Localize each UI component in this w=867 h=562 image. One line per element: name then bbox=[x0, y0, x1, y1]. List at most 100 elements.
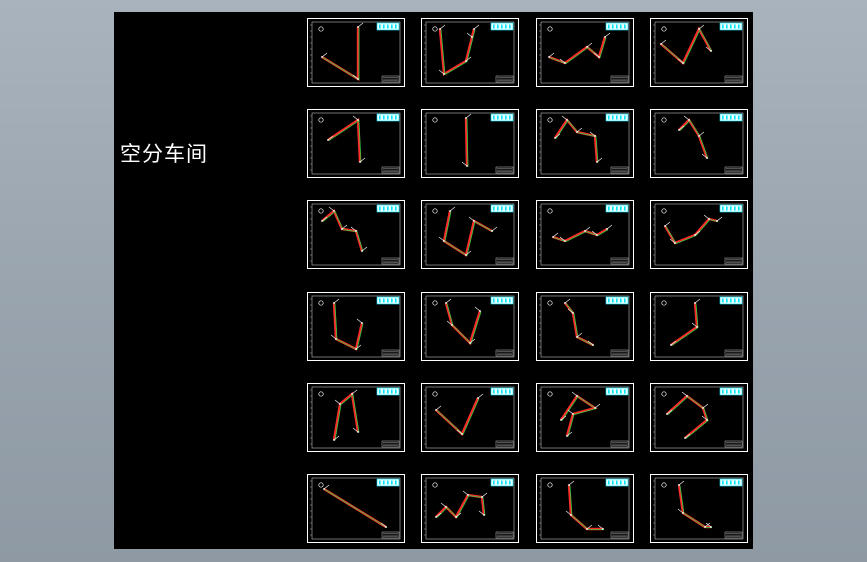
drawing-sheet[interactable] bbox=[536, 292, 634, 361]
sheet-inner-border bbox=[654, 295, 744, 358]
sheet-inner-border bbox=[540, 477, 630, 540]
drawing-sheet[interactable] bbox=[307, 200, 405, 269]
fitting-mark bbox=[548, 52, 555, 58]
north-arrow-icon bbox=[432, 26, 438, 32]
drawing-sheet[interactable] bbox=[421, 383, 519, 452]
fitting-mark bbox=[473, 24, 480, 30]
fitting-mark bbox=[586, 42, 593, 48]
pipe-centerline bbox=[328, 119, 362, 163]
drawing-sheet[interactable] bbox=[650, 474, 748, 543]
title-block-mark bbox=[391, 206, 393, 211]
title-block-mark bbox=[612, 298, 614, 303]
joint-dot bbox=[594, 135, 596, 137]
joint-dot bbox=[568, 484, 570, 486]
drawing-sheet[interactable] bbox=[650, 109, 748, 178]
title-block-mark bbox=[505, 298, 507, 303]
fitting-mark bbox=[468, 216, 475, 222]
drawing-sheet[interactable] bbox=[650, 383, 748, 452]
pipe-centerline bbox=[322, 27, 360, 81]
joint-dot bbox=[473, 28, 475, 30]
title-block-mark bbox=[501, 480, 503, 485]
title-block-mark bbox=[395, 115, 397, 120]
pipe-route bbox=[663, 217, 718, 245]
pipe-route bbox=[332, 302, 364, 351]
drawing-sheet[interactable] bbox=[536, 200, 634, 269]
sheet-inner-border bbox=[425, 295, 515, 358]
drawing-sheet[interactable] bbox=[421, 109, 519, 178]
drawing-sheet[interactable] bbox=[650, 18, 748, 87]
title-block-mark bbox=[620, 480, 622, 485]
pipe-centerline bbox=[440, 29, 476, 76]
title-block-mark bbox=[509, 298, 511, 303]
joint-dot bbox=[466, 165, 468, 167]
pipe-centerline bbox=[667, 396, 709, 439]
drawing-sheet[interactable] bbox=[536, 18, 634, 87]
north-arrow-icon bbox=[432, 208, 438, 214]
fitting-mark bbox=[481, 492, 488, 498]
drawing-sheet[interactable] bbox=[536, 109, 634, 178]
drawing-sheet[interactable] bbox=[307, 18, 405, 87]
title-block-mark bbox=[722, 389, 724, 394]
joint-dot bbox=[361, 250, 363, 252]
sheet-inner-border bbox=[654, 477, 744, 540]
title-block-mark bbox=[616, 24, 618, 29]
title-block-mark bbox=[722, 115, 724, 120]
joint-dot bbox=[594, 407, 596, 409]
sheet-inner-border bbox=[425, 477, 515, 540]
joint-dot bbox=[327, 139, 329, 141]
north-arrow-icon bbox=[432, 300, 438, 306]
fitting-mark bbox=[716, 216, 723, 222]
sheet-drawing bbox=[424, 477, 515, 540]
title-block-mark bbox=[608, 24, 610, 29]
joint-dot bbox=[357, 78, 359, 80]
title-block-mark bbox=[620, 298, 622, 303]
pipe-centerline bbox=[661, 28, 713, 65]
drawing-sheet[interactable] bbox=[307, 292, 405, 361]
fitting-mark bbox=[683, 115, 690, 121]
north-arrow-icon bbox=[661, 482, 667, 488]
drawing-sheet[interactable] bbox=[650, 292, 748, 361]
joint-dot bbox=[443, 240, 445, 242]
title-block-mark bbox=[738, 389, 740, 394]
title-block-mark bbox=[509, 389, 511, 394]
pipe-route bbox=[442, 210, 493, 257]
title-block-mark bbox=[383, 480, 385, 485]
sheet-drawing bbox=[539, 477, 630, 540]
title-block-mark bbox=[730, 298, 732, 303]
drawing-sheet[interactable] bbox=[536, 383, 634, 452]
title-block-mark bbox=[734, 389, 736, 394]
drawing-sheet[interactable] bbox=[536, 474, 634, 543]
drawing-sheet[interactable] bbox=[307, 383, 405, 452]
title-block-mark bbox=[620, 24, 622, 29]
joint-dot bbox=[359, 161, 361, 163]
title-block-mark bbox=[383, 389, 385, 394]
drawing-sheet[interactable] bbox=[421, 18, 519, 87]
joint-dot bbox=[439, 28, 441, 30]
title-block-mark bbox=[395, 480, 397, 485]
drawing-sheet[interactable] bbox=[421, 474, 519, 543]
sheet-drawing bbox=[653, 112, 744, 175]
title-block-mark bbox=[497, 480, 499, 485]
drawing-sheet[interactable] bbox=[307, 109, 405, 178]
drawing-canvas[interactable]: 空分车间 bbox=[114, 12, 753, 549]
title-block-mark bbox=[624, 24, 626, 29]
drawing-sheet[interactable] bbox=[421, 292, 519, 361]
drawing-sheet[interactable] bbox=[307, 474, 405, 543]
title-block-mark bbox=[379, 115, 381, 120]
joint-dot bbox=[670, 344, 672, 346]
drawing-sheet[interactable] bbox=[421, 200, 519, 269]
north-arrow-icon bbox=[547, 26, 553, 32]
joint-dot bbox=[467, 494, 469, 496]
joint-dot bbox=[584, 230, 586, 232]
drawing-sheet[interactable] bbox=[650, 200, 748, 269]
pipe-route bbox=[660, 26, 713, 65]
title-block-mark bbox=[497, 389, 499, 394]
title-block-mark bbox=[624, 480, 626, 485]
title-block-mark bbox=[395, 206, 397, 211]
title-block-mark bbox=[734, 24, 736, 29]
title-block-mark bbox=[608, 480, 610, 485]
north-arrow-icon bbox=[318, 208, 324, 214]
title-block-mark bbox=[624, 298, 626, 303]
joint-dot bbox=[469, 342, 471, 344]
fitting-mark bbox=[571, 391, 578, 397]
